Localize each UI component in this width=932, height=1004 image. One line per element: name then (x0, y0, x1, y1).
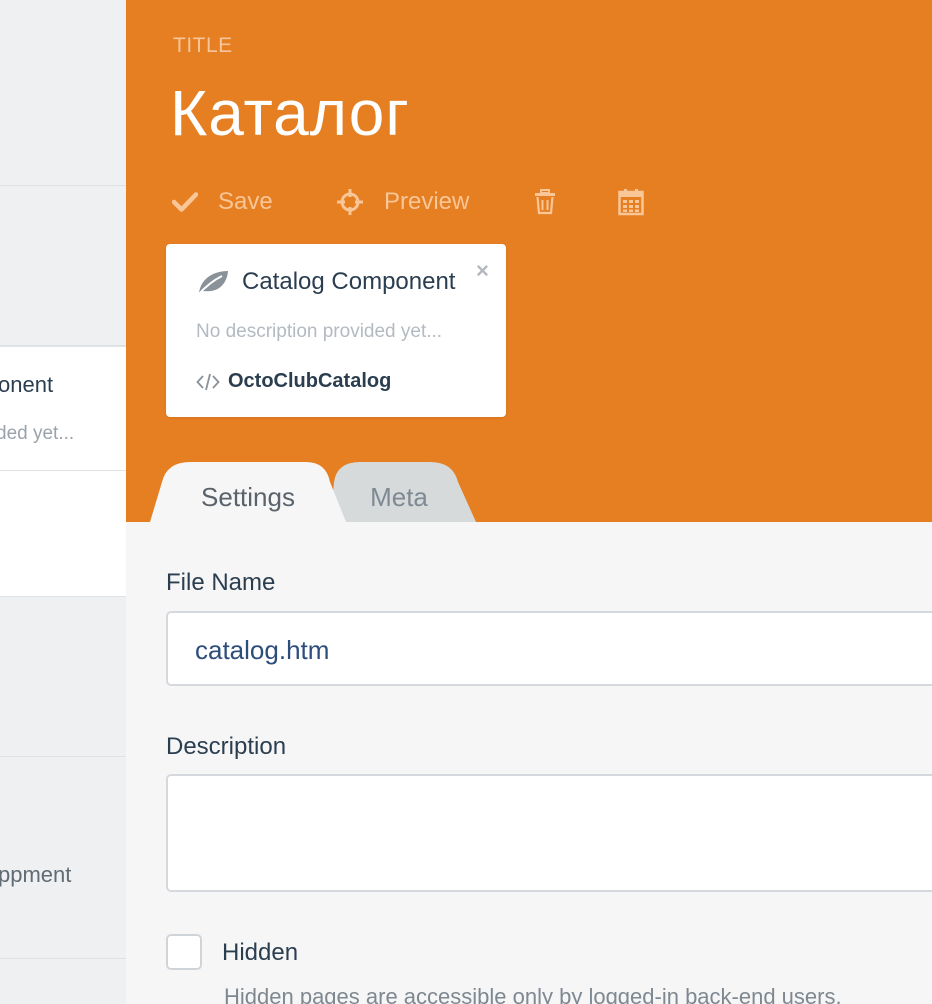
component-description: No description provided yet... (196, 321, 443, 342)
page-title[interactable]: Каталог (170, 76, 410, 150)
description-label: Description (166, 733, 287, 760)
close-icon[interactable]: × (476, 260, 489, 282)
hidden-label[interactable]: Hidden (222, 939, 298, 967)
tab-meta[interactable]: Meta (330, 462, 476, 522)
preview-button-label: Preview (384, 188, 470, 215)
sidebar-item-title: onent (0, 372, 54, 397)
file-name-input[interactable]: catalog.htm (166, 611, 932, 686)
crosshair-icon (336, 188, 364, 216)
sidebar-list-item[interactable] (0, 471, 126, 597)
delete-button[interactable] (534, 184, 556, 220)
description-textarea[interactable] (166, 774, 932, 892)
tab-settings-label: Settings (201, 482, 295, 512)
sidebar-item-title: ppment (0, 862, 72, 887)
title-field-label: TITLE (173, 34, 233, 57)
sidebar-item-description: ded yet... (0, 423, 75, 444)
component-alias: OctoClubCatalog (228, 370, 392, 392)
hidden-checkbox[interactable] (166, 934, 202, 970)
save-button[interactable]: Save (172, 184, 273, 220)
tab-meta-label: Meta (370, 482, 428, 512)
sidebar: onent ded yet... ppment (0, 0, 126, 1004)
calendar-icon (618, 188, 644, 216)
tab-settings[interactable]: Settings (150, 462, 346, 522)
sidebar-section (0, 0, 126, 186)
component-card[interactable]: Catalog Component × No description provi… (166, 244, 506, 417)
sidebar-section (0, 959, 126, 1004)
sidebar-list-item[interactable] (0, 757, 126, 959)
checkmark-icon (172, 191, 198, 213)
schedule-button[interactable] (618, 184, 644, 220)
sidebar-section (0, 186, 126, 346)
save-button-label: Save (218, 188, 273, 215)
sidebar-list-item[interactable] (0, 346, 126, 471)
preview-button[interactable]: Preview (336, 184, 469, 220)
code-icon (196, 373, 220, 396)
hidden-help-text: Hidden pages are accessible only by logg… (224, 984, 842, 1004)
trash-icon (534, 189, 556, 215)
page-header: TITLE Каталог Save Preview Catalog Compo… (126, 0, 932, 522)
file-name-value: catalog.htm (195, 635, 330, 665)
sidebar-section (0, 597, 126, 757)
file-name-label: File Name (166, 569, 276, 596)
component-title: Catalog Component (242, 268, 456, 295)
leaf-icon (196, 268, 230, 301)
